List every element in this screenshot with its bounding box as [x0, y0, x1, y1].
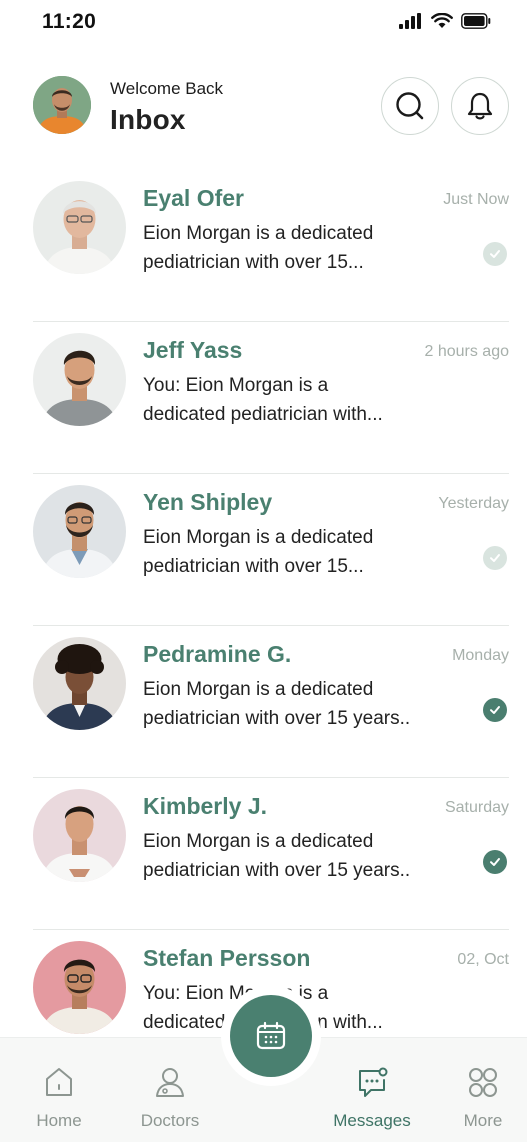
header: Welcome Back Inbox — [0, 70, 527, 146]
message-preview: Eion Morgan is a dedicated pediatrician … — [143, 219, 423, 277]
signal-icon — [399, 13, 421, 29]
message-line: You: Eion Morgan is a — [143, 375, 329, 396]
check-icon — [490, 706, 500, 714]
message-time: 2 hours ago — [424, 343, 509, 360]
status-icons — [399, 13, 491, 29]
fab-container — [215, 995, 327, 1077]
bell-icon — [467, 92, 493, 120]
read-status-icon — [483, 242, 507, 266]
battery-icon — [461, 13, 491, 29]
contact-name: Pedramine G. — [143, 641, 292, 667]
read-status-icon — [483, 850, 507, 874]
message-line: pediatrician with over 15... — [143, 252, 364, 273]
welcome-text: Welcome Back — [110, 79, 224, 98]
status-time: 11:20 — [42, 10, 97, 33]
avatar — [33, 181, 126, 274]
message-preview: Eion Morgan is a dedicated pediatrician … — [143, 675, 423, 733]
message-preview: Eion Morgan is a dedicated pediatrician … — [143, 827, 423, 885]
avatar — [33, 485, 126, 578]
doctor-icon — [156, 1068, 184, 1097]
avatar — [33, 637, 126, 730]
conversation-item[interactable]: Jeff Yass 2 hours ago You: Eion Morgan i… — [0, 322, 527, 474]
message-time: Just Now — [443, 191, 509, 208]
grid-icon — [469, 1068, 497, 1097]
message-line: Eion Morgan is a dedicated — [143, 831, 374, 852]
nav-doctors[interactable]: Doctors — [120, 1066, 220, 1131]
nav-label: Messages — [333, 1111, 411, 1130]
nav-more[interactable]: More — [433, 1066, 527, 1131]
calendar-button[interactable] — [230, 995, 312, 1077]
message-time: Yesterday — [438, 495, 509, 512]
message-line: Eion Morgan is a dedicated — [143, 527, 374, 548]
conversation-item[interactable]: Kimberly J. Saturday Eion Morgan is a de… — [0, 778, 527, 930]
message-time: 02, Oct — [457, 951, 509, 968]
check-icon — [490, 250, 500, 258]
contact-name: Stefan Persson — [143, 945, 311, 971]
notifications-button[interactable] — [451, 77, 509, 135]
message-line: Eion Morgan is a dedicated — [143, 223, 374, 244]
message-time: Saturday — [444, 799, 509, 816]
conversation-item[interactable]: Eyal Ofer Just Now Eion Morgan is a dedi… — [0, 170, 527, 322]
message-line: pediatrician with over 15 years.. — [143, 708, 411, 729]
message-line: pediatrician with over 15... — [143, 556, 364, 577]
nav-home[interactable]: Home — [9, 1066, 109, 1131]
contact-name: Jeff Yass — [143, 337, 243, 363]
conversation-item[interactable]: Yen Shipley Yesterday Eion Morgan is a d… — [0, 474, 527, 626]
message-line: dedicated pediatrician with... — [143, 404, 383, 425]
wifi-icon — [431, 13, 453, 28]
search-icon — [396, 92, 424, 120]
page-title: Inbox — [110, 104, 186, 135]
message-preview: Eion Morgan is a dedicated pediatrician … — [143, 523, 423, 581]
message-icon — [359, 1067, 388, 1097]
avatar — [33, 333, 126, 426]
nav-label: Doctors — [140, 1111, 200, 1130]
message-time: Monday — [452, 647, 509, 664]
read-status-icon — [483, 546, 507, 570]
nav-label: More — [463, 1111, 503, 1130]
message-line: pediatrician with over 15 years.. — [143, 860, 411, 881]
nav-messages[interactable]: Messages — [322, 1066, 422, 1131]
contact-name: Yen Shipley — [143, 489, 273, 515]
nav-label: Home — [36, 1111, 82, 1130]
calendar-icon — [256, 1021, 286, 1050]
search-button[interactable] — [381, 77, 439, 135]
avatar — [33, 941, 126, 1034]
conversation-list: Eyal Ofer Just Now Eion Morgan is a dedi… — [0, 170, 527, 1082]
message-line: Eion Morgan is a dedicated — [143, 679, 374, 700]
conversation-item[interactable]: Pedramine G. Monday Eion Morgan is a ded… — [0, 626, 527, 778]
check-icon — [490, 858, 500, 866]
status-bar: 11:20 — [0, 0, 527, 48]
read-status-icon — [483, 698, 507, 722]
user-avatar[interactable] — [33, 76, 91, 134]
avatar — [33, 789, 126, 882]
home-icon — [46, 1068, 72, 1096]
contact-name: Eyal Ofer — [143, 185, 244, 211]
message-preview: You: Eion Morgan is a dedicated pediatri… — [143, 371, 423, 429]
check-icon — [490, 554, 500, 562]
contact-name: Kimberly J. — [143, 793, 267, 819]
